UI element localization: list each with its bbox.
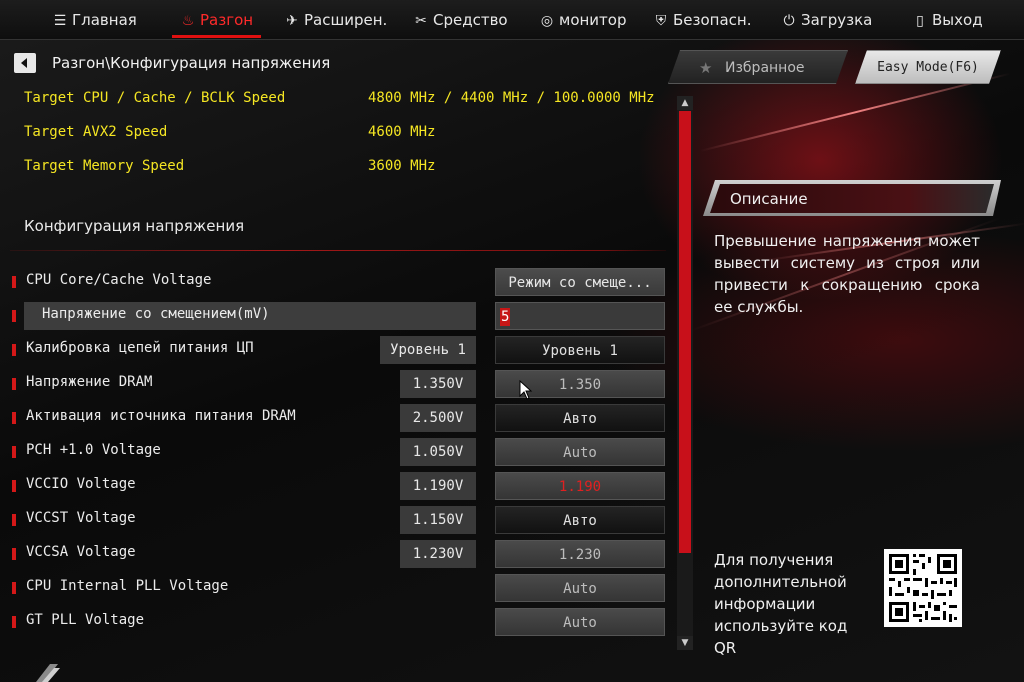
row-marker (12, 378, 16, 390)
setting-input[interactable]: 1.190 (495, 472, 665, 500)
setting-row[interactable]: CPU Internal PLL Voltage Auto (0, 574, 672, 602)
row-marker (12, 412, 16, 424)
setting-label: Активация источника питания DRAM (26, 408, 296, 424)
mouse-cursor-icon (519, 380, 533, 400)
target-avx2-label: Target AVX2 Speed (24, 124, 168, 140)
row-marker (12, 446, 16, 458)
back-button[interactable] (14, 53, 36, 73)
setting-row[interactable]: Напряжение DRAM 1.350V 1.350 (0, 370, 672, 398)
row-marker (12, 310, 16, 322)
breadcrumb: Разгон\Конфигурация напряжения (52, 54, 331, 72)
monitor-icon: ◎ (540, 13, 554, 29)
tab-exit[interactable]: ▯ Выход (912, 0, 982, 40)
current-value: 1.350V (400, 370, 476, 398)
brand-logo-icon (36, 664, 60, 682)
setting-row[interactable]: Калибровка цепей питания ЦП Уровень 1 Ур… (0, 336, 672, 364)
shield-icon: ⛨ (655, 13, 667, 29)
current-value: 1.150V (400, 506, 476, 534)
tab-overclock[interactable]: ♨ Разгон (171, 0, 262, 40)
setting-input[interactable]: 1.230 (495, 540, 665, 568)
current-value: 1.190V (400, 472, 476, 500)
row-marker (12, 276, 16, 288)
setting-dropdown[interactable]: Авто (495, 506, 665, 534)
row-marker (12, 582, 16, 594)
list-icon: ☰ (53, 13, 67, 29)
description-title: Описание (730, 190, 808, 208)
row-marker (12, 344, 16, 356)
setting-input[interactable]: Auto (495, 438, 665, 466)
setting-row[interactable]: VCCIO Voltage 1.190V 1.190 (0, 472, 672, 500)
setting-label: CPU Core/Cache Voltage (26, 272, 212, 288)
setting-label: Калибровка цепей питания ЦП (26, 340, 254, 356)
qr-code-icon (884, 549, 962, 627)
setting-row[interactable]: GT PLL Voltage Auto (0, 608, 672, 636)
setting-row[interactable]: PCH +1.0 Voltage 1.050V Auto (0, 438, 672, 466)
tab-advanced[interactable]: ✈ Расширен. (284, 0, 387, 40)
section-title: Конфигурация напряжения (24, 217, 245, 235)
target-memory-value: 3600 MHz (368, 158, 436, 174)
setting-dropdown[interactable]: Уровень 1 (495, 336, 665, 364)
favorites-button[interactable]: ★ Избранное (668, 50, 848, 84)
setting-label: Напряжение со смещением(mV) (42, 306, 270, 322)
setting-row[interactable]: CPU Core/Cache Voltage Режим со смеще... (0, 268, 672, 296)
tab-security[interactable]: ⛨ Безопасн. (653, 0, 752, 40)
exit-door-icon: ▯ (916, 13, 924, 29)
target-memory-label: Target Memory Speed (24, 158, 185, 174)
favorites-label: Избранное (725, 60, 805, 76)
tab-tools[interactable]: ✂ Средство (413, 0, 507, 40)
input-value: 5 (500, 308, 511, 326)
description-text: Превышение напряжения может вывести сист… (714, 232, 980, 316)
setting-dropdown[interactable]: Авто (495, 404, 665, 432)
setting-label: VCCST Voltage (26, 510, 136, 526)
offset-voltage-input[interactable]: 5 (495, 302, 665, 330)
current-value: Уровень 1 (380, 336, 476, 364)
target-cpu-value: 4800 MHz / 4400 MHz / 100.0000 MHz (368, 90, 655, 106)
current-value: 1.050V (400, 438, 476, 466)
row-marker (12, 480, 16, 492)
easy-mode-button[interactable]: Easy Mode(F6) (855, 50, 1001, 84)
top-navigation: ☰ Главная ♨ Разгон ✈ Расширен. ✂ Средство ◎ м… (0, 0, 1024, 40)
setting-dropdown[interactable]: Режим со смеще... (495, 268, 665, 296)
row-marker (12, 616, 16, 628)
setting-input[interactable]: Auto (495, 608, 665, 636)
setting-row[interactable]: VCCST Voltage 1.150V Авто (0, 506, 672, 534)
tab-monitor[interactable]: ◎ монитор (539, 0, 627, 40)
scroll-up-arrow-icon[interactable]: ▲ (677, 96, 693, 110)
tools-icon: ✂ (415, 13, 427, 29)
target-cpu-label: Target CPU / Cache / BCLK Speed (24, 90, 286, 106)
star-plane-icon: ✈ (286, 13, 298, 29)
tab-boot[interactable]: ⏻ Загрузка (781, 0, 872, 40)
star-icon: ★ (699, 59, 713, 77)
setting-input[interactable]: Auto (495, 574, 665, 602)
setting-label: PCH +1.0 Voltage (26, 442, 161, 458)
tab-main[interactable]: ☰ Главная (52, 0, 137, 40)
flame-icon: ♨ (181, 13, 195, 29)
row-marker (12, 514, 16, 526)
setting-row[interactable]: Активация источника питания DRAM 2.500V … (0, 404, 672, 432)
qr-info-text: Для получения дополнительной информации … (714, 551, 848, 657)
target-avx2-value: 4600 MHz (368, 124, 436, 140)
setting-label: Напряжение DRAM (26, 374, 153, 390)
power-icon: ⏻ (783, 13, 795, 29)
current-value: 2.500V (400, 404, 476, 432)
setting-label: VCCSA Voltage (26, 544, 136, 560)
setting-row[interactable]: VCCSA Voltage 1.230V 1.230 (0, 540, 672, 568)
setting-label: CPU Internal PLL Voltage (26, 578, 229, 594)
section-divider (10, 250, 666, 251)
row-marker (12, 548, 16, 560)
setting-label: VCCIO Voltage (26, 476, 136, 492)
scroll-down-arrow-icon[interactable]: ▼ (677, 636, 693, 650)
setting-row[interactable]: Напряжение со смещением(mV) 5 (0, 302, 672, 330)
setting-label: GT PLL Voltage (26, 612, 145, 628)
current-value: 1.230V (400, 540, 476, 568)
scrollbar-thumb[interactable] (679, 111, 691, 553)
